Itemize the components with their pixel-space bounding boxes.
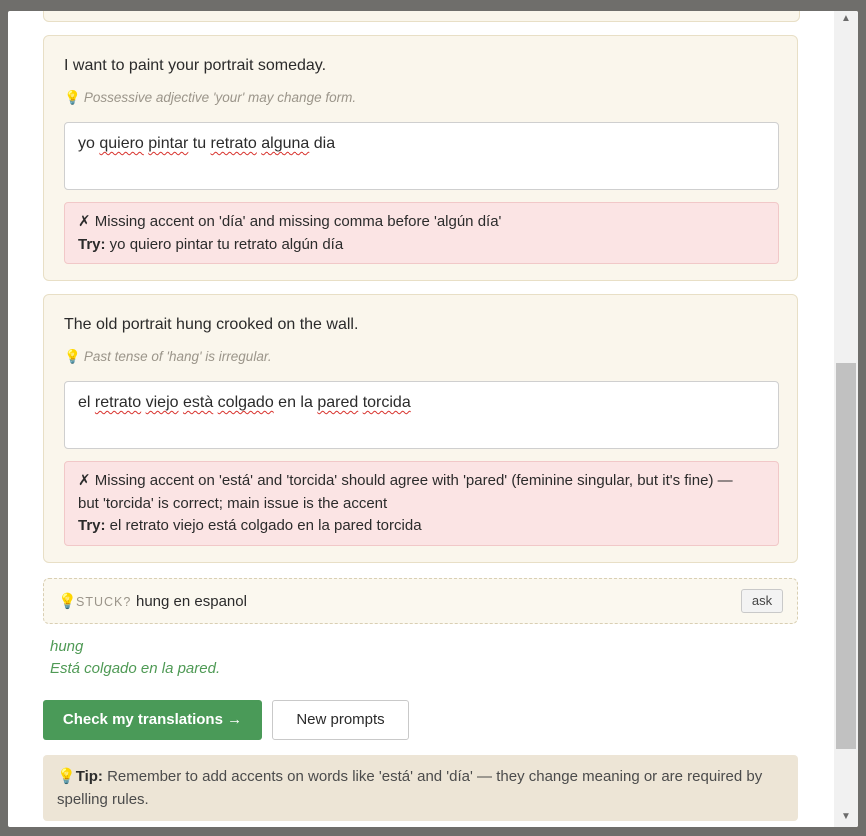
misspelled-word: quiero bbox=[99, 135, 144, 152]
lightbulb-icon: 💡 bbox=[58, 593, 77, 610]
scroll-down-arrow-icon[interactable]: ▼ bbox=[840, 811, 852, 823]
answer-text: tu bbox=[188, 135, 211, 152]
stuck-answer-word: hung bbox=[50, 638, 84, 655]
prompt-card: I want to paint your portrait someday. 💡… bbox=[43, 35, 798, 281]
misspelled-word: colgado bbox=[217, 394, 274, 411]
answer-text: en la bbox=[273, 394, 318, 411]
lightbulb-icon: 💡 bbox=[64, 90, 81, 105]
tip-box: 💡Tip: Remember to add accents on words l… bbox=[43, 755, 798, 821]
translation-practice-modal: I want to paint your portrait someday. 💡… bbox=[8, 11, 858, 827]
lightbulb-icon: 💡 bbox=[64, 349, 81, 364]
stuck-answer-example: Está colgado en la pared. bbox=[50, 660, 221, 677]
feedback-suggestion: Try: yo quiero pintar tu retrato algún d… bbox=[78, 234, 765, 257]
tip-text: Remember to add accents on words like 'e… bbox=[57, 768, 763, 808]
misspelled-word: retrato bbox=[210, 135, 257, 152]
prompt-text: The old portrait hung crooked on the wal… bbox=[64, 316, 359, 333]
misspelled-word: pintar bbox=[148, 135, 189, 152]
feedback-box: ✗ Missing accent on 'está' and 'torcida'… bbox=[64, 461, 779, 546]
hint-text: Possessive adjective 'your' may change f… bbox=[83, 90, 357, 105]
translation-input[interactable]: yo quiero pintar tu retrato alguna dia bbox=[64, 122, 779, 190]
feedback-suggestion: Try: el retrato viejo está colgado en la… bbox=[78, 515, 765, 538]
scrollbar[interactable]: ▲ ▼ bbox=[834, 11, 858, 827]
misspelled-word: torcida bbox=[362, 394, 411, 411]
scroll-up-arrow-icon[interactable]: ▲ bbox=[840, 13, 852, 25]
lightbulb-icon: 💡 bbox=[57, 768, 76, 785]
misspelled-word: pared bbox=[317, 394, 359, 411]
try-text: yo quiero pintar tu retrato algún día bbox=[105, 235, 344, 253]
stuck-label: STUCK? bbox=[76, 595, 132, 609]
answer-text: el bbox=[78, 394, 95, 411]
misspelled-word: retrato bbox=[94, 394, 142, 411]
feedback-message: ✗ Missing accent on 'día' and missing co… bbox=[78, 213, 502, 230]
modal-content: I want to paint your portrait someday. 💡… bbox=[8, 11, 834, 827]
hint-text: Past tense of 'hang' is irregular. bbox=[83, 349, 272, 364]
scrollbar-thumb[interactable] bbox=[836, 363, 856, 749]
translation-input[interactable]: el retrato viejo està colgado en la pare… bbox=[64, 381, 779, 449]
tip-label: Tip: bbox=[75, 768, 103, 785]
previous-card bbox=[43, 11, 800, 22]
check-translations-button[interactable]: Check my translations → bbox=[43, 700, 262, 740]
prompt-card: The old portrait hung crooked on the wal… bbox=[43, 294, 798, 563]
new-prompts-button[interactable]: New prompts bbox=[272, 700, 409, 740]
answer-text: yo bbox=[78, 135, 100, 152]
stuck-help-box: 💡 STUCK? hung en espanol ask bbox=[43, 578, 798, 624]
feedback-message-cont: but 'torcida' is correct; main issue is … bbox=[78, 494, 388, 512]
misspelled-word: està bbox=[182, 394, 214, 411]
try-label: Try: bbox=[78, 235, 106, 253]
feedback-message: ✗ Missing accent on 'está' and 'torcida'… bbox=[78, 472, 733, 489]
answer-text: dia bbox=[309, 135, 336, 152]
hint: 💡 Past tense of 'hang' is irregular. bbox=[64, 349, 272, 365]
hint: 💡 Possessive adjective 'your' may change … bbox=[64, 90, 356, 106]
misspelled-word: viejo bbox=[145, 394, 179, 411]
prompt-text: I want to paint your portrait someday. bbox=[64, 57, 327, 74]
feedback-box: ✗ Missing accent on 'día' and missing co… bbox=[64, 202, 779, 264]
stuck-query-input[interactable]: hung en espanol bbox=[136, 593, 247, 610]
try-text: el retrato viejo está colgado en la pare… bbox=[105, 517, 422, 534]
try-label: Try: bbox=[78, 517, 106, 534]
misspelled-word: alguna bbox=[261, 135, 310, 152]
ask-button[interactable]: ask bbox=[741, 589, 783, 613]
